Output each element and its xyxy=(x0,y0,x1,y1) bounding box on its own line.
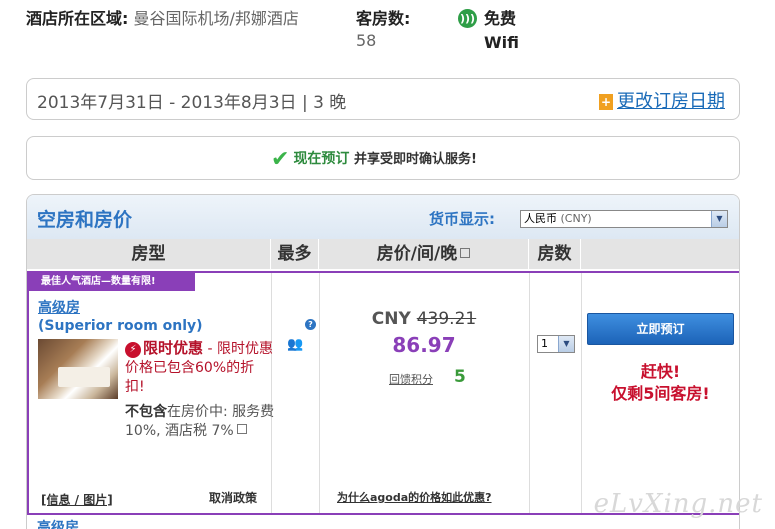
chevron-down-icon: ▼ xyxy=(711,211,727,227)
currency-select[interactable]: 人民币 (CNY) ▼ xyxy=(520,210,728,228)
promo-title: 限时优惠 xyxy=(143,339,204,357)
hotel-area-value: 曼谷国际机场/邦娜酒店 xyxy=(133,9,299,28)
change-date-label: 更改订房日期 xyxy=(617,91,725,112)
hurry-message: 赶快! 仅剩5间客房! xyxy=(587,361,734,405)
availability-panel: 空房和房价 货币显示: 人民币 (CNY) ▼ 房型 最多 房价/间/晚 房数 … xyxy=(26,194,740,529)
hotel-area: 酒店所在区域: 曼谷国际机场/邦娜酒店 xyxy=(26,8,341,30)
original-price-value: 439.21 xyxy=(416,309,477,329)
room-name[interactable]: 高级房 (Superior room only) xyxy=(38,299,203,335)
col-price-label: 房价/间/晚 xyxy=(376,244,458,264)
instant-confirm-message: ✔ 现在预订 并享受即时确认服务! xyxy=(271,147,477,172)
lightning-icon: ⚡ xyxy=(125,342,141,358)
book-now-text: 现在预订 xyxy=(293,151,350,167)
why-cheap-link[interactable]: 为什么agoda的价格如此优惠? xyxy=(337,489,492,505)
column-divider xyxy=(581,273,582,513)
exclusions-label: 不包含 xyxy=(125,404,167,420)
availability-title: 空房和房价 xyxy=(37,209,133,231)
wifi-label: Wifi xyxy=(484,33,519,52)
info-photos-link[interactable]: [信息 / 图片] xyxy=(41,491,113,508)
two-guests-icon: 👥 xyxy=(287,337,303,352)
confirm-text: 并享受即时确认服务! xyxy=(353,152,477,167)
watermark: eLvXing.net xyxy=(593,489,763,519)
original-price: CNY 439.21 xyxy=(319,309,529,329)
room-photo[interactable] xyxy=(38,339,118,399)
availability-header: 空房和房价 货币显示: 人民币 (CNY) ▼ xyxy=(27,195,739,239)
next-room-name[interactable]: 高级房 xyxy=(37,517,79,529)
hurry-line-2: 仅剩5间客房! xyxy=(611,384,710,403)
change-date-link[interactable]: + 更改订房日期 xyxy=(599,87,725,113)
book-now-button[interactable]: 立即预订 xyxy=(587,313,734,345)
chevron-down-icon: ▼ xyxy=(558,336,574,352)
stay-dates-box: 2013年7月31日 - 2013年8月3日 | 3 晚 + 更改订房日期 xyxy=(26,78,740,120)
hurry-line-1: 赶快! xyxy=(640,362,681,381)
popular-hotel-badge: 最佳人气酒店—数量有限! xyxy=(29,273,195,291)
column-divider xyxy=(529,273,530,513)
rooms-count-label: 客房数: xyxy=(356,9,411,28)
currency-code: (CNY) xyxy=(560,212,592,225)
currency-value: 人民币 xyxy=(524,212,557,225)
external-link-icon[interactable] xyxy=(236,424,247,434)
reward-points-value: 5 xyxy=(454,367,466,387)
hotel-info-row: 酒店所在区域: 曼谷国际机场/邦娜酒店 客房数: 58 ))) 免费 Wifi xyxy=(26,8,746,58)
discounted-price: 86.97 xyxy=(392,333,456,357)
rooms-count-value: 58 xyxy=(356,31,377,50)
col-max-guests: 最多 xyxy=(271,239,319,269)
promo-text: ⚡ 限时优惠 - 限时优惠 价格已包含60%的折扣! xyxy=(125,339,273,397)
col-room-type: 房型 xyxy=(27,239,271,269)
wifi-icon: ))) xyxy=(458,9,477,28)
price-currency: CNY xyxy=(371,309,411,329)
hotel-area-label: 酒店所在区域: xyxy=(26,9,129,28)
room-quantity-value: 1 xyxy=(541,337,548,350)
info-photos-label: [信息 / 图片] xyxy=(41,493,113,507)
room-quantity-select[interactable]: 1 ▼ xyxy=(537,335,575,353)
col-price: 房价/间/晚 xyxy=(319,239,529,269)
stay-date-range: 2013年7月31日 - 2013年8月3日 | 3 晚 xyxy=(37,93,347,113)
room-row: 最佳人气酒店—数量有限! 高级房 (Superior room only) ⚡ 限… xyxy=(27,271,739,515)
hotel-rooms-count: 客房数: 58 xyxy=(356,8,410,52)
help-icon[interactable]: ? xyxy=(305,319,316,330)
cancellation-policy-link[interactable]: 取消政策 xyxy=(209,489,257,506)
reward-points-link[interactable]: 回馈积分 xyxy=(389,371,433,387)
room-name-link[interactable]: 高级房 xyxy=(38,299,203,317)
exclusions-text: 不包含在房价中: 服务费 10%, 酒店税 7% xyxy=(125,403,275,441)
wifi-label-free: 免费 xyxy=(484,9,517,28)
instant-confirm-box: ✔ 现在预订 并享受即时确认服务! xyxy=(26,136,740,180)
bed-image xyxy=(58,367,110,387)
currency-label: 货币显示: xyxy=(429,210,495,228)
checkmark-icon: ✔ xyxy=(271,147,290,172)
room-name-en: (Superior room only) xyxy=(38,318,203,334)
table-header: 房型 最多 房价/间/晚 房数 xyxy=(27,239,739,269)
calendar-plus-icon: + xyxy=(599,94,613,110)
col-rooms: 房数 xyxy=(529,239,581,269)
col-book xyxy=(581,239,739,269)
external-link-icon[interactable] xyxy=(460,248,471,258)
